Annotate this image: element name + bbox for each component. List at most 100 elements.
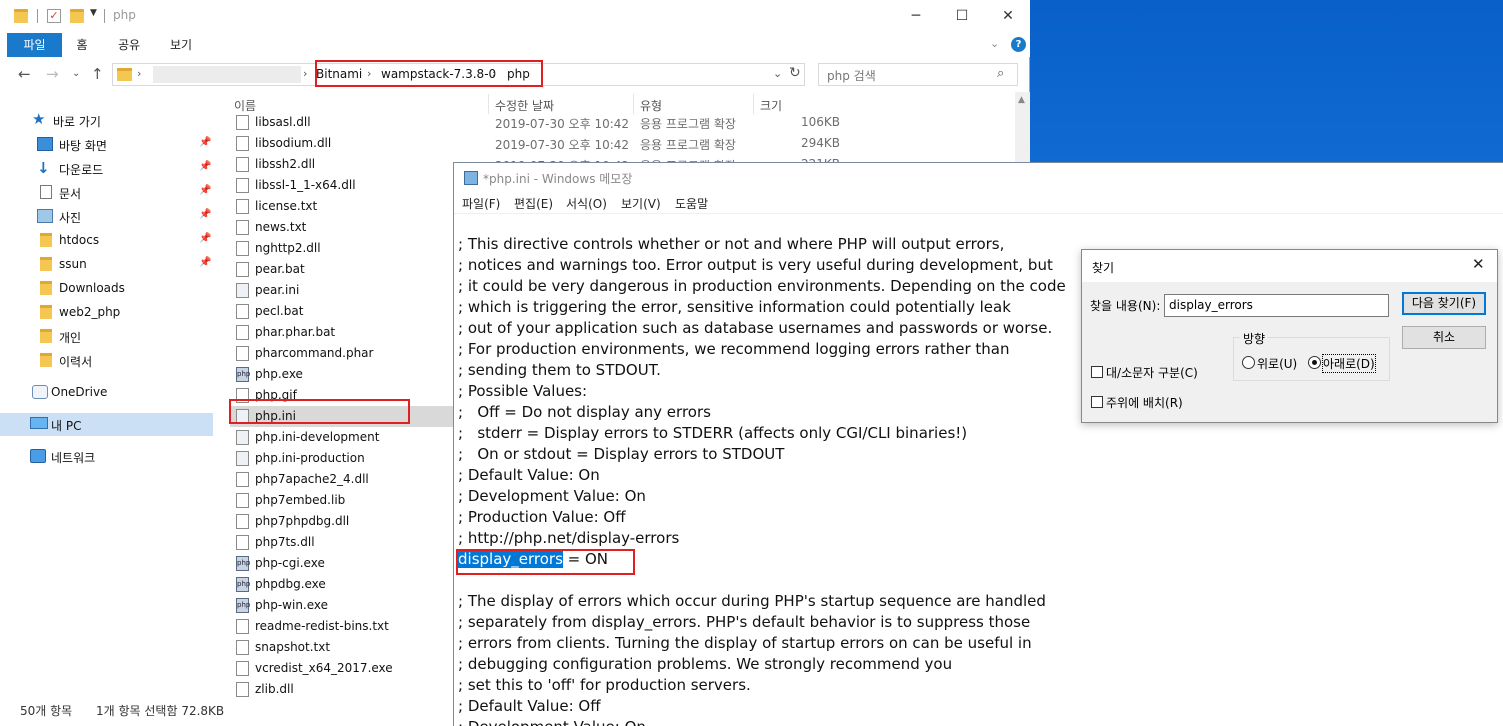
sidebar-item-documents[interactable]: 문서 📌 — [0, 181, 213, 204]
file-icon — [236, 514, 249, 529]
file-name: snapshot.txt — [255, 640, 331, 654]
file-name: php.ini-development — [255, 430, 380, 444]
sidebar-item-resume[interactable]: 이력서 — [0, 349, 213, 372]
wrap-around-checkbox[interactable] — [1091, 396, 1103, 408]
file-name: php.exe — [255, 367, 303, 381]
divider[interactable] — [633, 94, 634, 114]
wrap-around-label[interactable]: 주위에 배치(R) — [1106, 394, 1183, 411]
customize-toolbar-icon[interactable]: ▼ — [90, 8, 97, 18]
folder-icon — [40, 305, 52, 319]
search-input[interactable]: php 검색 ⌕ — [818, 63, 1018, 86]
tab-view[interactable]: 보기 — [164, 33, 198, 57]
sidebar-item-ssun[interactable]: ssun 📌 — [0, 253, 213, 276]
chevron-down-icon[interactable]: ⌄ — [773, 67, 782, 80]
help-icon[interactable]: ? — [1011, 37, 1026, 52]
sidebar-item-network[interactable]: 네트워크 — [0, 445, 213, 468]
recent-locations-icon[interactable]: ⌄ — [72, 68, 80, 79]
divider[interactable] — [488, 94, 489, 114]
text-line: ; stderr = Display errors to STDERR (aff… — [458, 424, 968, 442]
refresh-icon[interactable]: ↻ — [789, 65, 801, 81]
match-case-checkbox[interactable] — [1091, 366, 1103, 378]
desktop-icon — [37, 137, 53, 151]
match-case-label[interactable]: 대/소문자 구분(C) — [1106, 364, 1198, 381]
file-icon — [236, 493, 249, 508]
file-icon — [236, 178, 249, 193]
file-icon: php — [236, 367, 250, 382]
pin-icon[interactable]: 📌 — [199, 185, 211, 196]
notepad-window: *php.ini - Windows 메모장 파일(F) 편집(E) 서식(O)… — [453, 162, 1503, 726]
menu-file[interactable]: 파일(F) — [462, 195, 500, 212]
text-line: ; Production Value: Off — [458, 508, 626, 526]
file-name: pear.bat — [255, 262, 305, 276]
file-name: pharcommand.phar — [255, 346, 374, 360]
tab-file[interactable]: 파일 — [7, 33, 62, 57]
sidebar-item-htdocs[interactable]: htdocs 📌 — [0, 229, 213, 252]
menu-view[interactable]: 보기(V) — [621, 195, 661, 212]
properties-icon[interactable]: ✓ — [47, 9, 61, 23]
file-icon — [236, 262, 249, 277]
file-size: 106KB — [800, 115, 840, 129]
direction-up-radio[interactable] — [1242, 356, 1255, 369]
find-what-label: 찾을 내용(N): — [1090, 299, 1161, 313]
back-arrow-icon[interactable]: ← — [18, 65, 31, 83]
sidebar-item-downloads[interactable]: Downloads — [0, 277, 213, 300]
file-icon — [236, 640, 249, 655]
find-next-button[interactable]: 다음 찾기(F) — [1402, 292, 1486, 315]
nav-quick-access[interactable]: ★ 바로 가기 — [0, 109, 213, 132]
up-arrow-icon[interactable]: ↑ — [91, 65, 104, 83]
pin-icon[interactable]: 📌 — [199, 161, 211, 172]
pin-icon[interactable]: 📌 — [199, 137, 211, 148]
divider[interactable] — [753, 94, 754, 114]
divider — [104, 9, 105, 23]
maximize-button[interactable]: ☐ — [939, 0, 985, 33]
menu-format[interactable]: 서식(O) — [566, 195, 607, 212]
direction-up-label[interactable]: 위로(U) — [1257, 355, 1297, 372]
file-type: 응용 프로그램 확장 — [640, 138, 736, 152]
sidebar-item-web2-php[interactable]: web2_php — [0, 301, 213, 324]
file-row[interactable]: libsasl.dll 2019-07-30 오후 10:42 응용 프로그램 확장… — [230, 112, 840, 133]
pin-icon[interactable]: 📌 — [199, 233, 211, 244]
cancel-button[interactable]: 취소 — [1402, 326, 1486, 349]
redacted-path — [153, 66, 301, 83]
file-name: readme-redist-bins.txt — [255, 619, 389, 633]
divider — [37, 9, 38, 23]
text-line: ; set this to 'off' for production serve… — [458, 676, 751, 694]
minimize-button[interactable]: ─ — [893, 0, 939, 33]
file-name: phar.phar.bat — [255, 325, 336, 339]
onedrive-icon — [32, 385, 48, 399]
item-count: 50개 항목 — [20, 704, 73, 718]
sidebar-item-pictures[interactable]: 사진 📌 — [0, 205, 213, 228]
direction-down-label[interactable]: 아래로(D) — [1322, 354, 1376, 373]
nav-label: ssun — [59, 257, 87, 271]
sidebar-item-desktop[interactable]: 바탕 화면 📌 — [0, 133, 213, 156]
scroll-up-icon[interactable]: ▲ — [1018, 95, 1025, 105]
direction-down-radio[interactable] — [1308, 356, 1321, 369]
file-name: php7ts.dll — [255, 535, 315, 549]
file-row[interactable]: libsodium.dll 2019-07-30 오후 10:42 응용 프로그램 … — [230, 133, 840, 154]
highlight-box-php-ini — [229, 399, 410, 424]
new-folder-icon[interactable] — [70, 9, 84, 23]
close-button[interactable]: ✕ — [985, 0, 1031, 33]
search-icon[interactable]: ⌕ — [997, 66, 1004, 81]
file-name: phpdbg.exe — [255, 577, 326, 591]
find-title-bar: 찾기 ✕ — [1082, 250, 1497, 282]
sidebar-item-onedrive[interactable]: OneDrive — [0, 381, 213, 404]
sidebar-item-downloads-kr[interactable]: ↓ 다운로드 📌 — [0, 157, 213, 180]
file-icon — [236, 325, 249, 340]
sidebar-item-this-pc[interactable]: 내 PC — [0, 413, 213, 436]
menu-edit[interactable]: 편집(E) — [514, 195, 553, 212]
find-what-input[interactable]: display_errors — [1164, 294, 1389, 317]
folder-icon — [40, 281, 52, 295]
pin-icon[interactable]: 📌 — [199, 257, 211, 268]
chevron-right-icon[interactable]: › — [137, 67, 141, 80]
file-icon — [236, 157, 249, 172]
expand-ribbon-icon[interactable]: ⌄ — [990, 37, 999, 50]
tab-share[interactable]: 공유 — [112, 33, 146, 57]
sidebar-item-personal[interactable]: 개인 — [0, 325, 213, 348]
tab-home[interactable]: 홈 — [70, 33, 94, 57]
pin-icon[interactable]: 📌 — [199, 209, 211, 220]
close-icon[interactable]: ✕ — [1472, 255, 1485, 273]
chevron-right-icon[interactable]: › — [303, 67, 307, 80]
forward-arrow-icon[interactable]: → — [46, 65, 59, 83]
menu-help[interactable]: 도움말 — [675, 195, 708, 212]
